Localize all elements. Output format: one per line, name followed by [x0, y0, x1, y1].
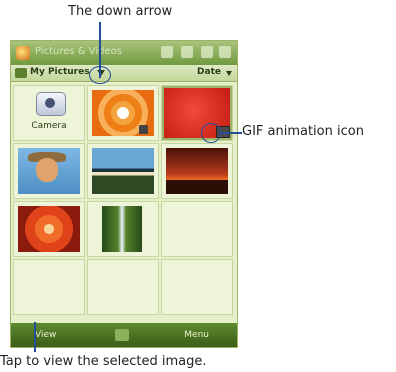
man-with-hat-image: [18, 148, 80, 194]
window-title: Pictures & Videos: [35, 46, 122, 57]
thumbnail-flower[interactable]: [13, 201, 85, 257]
thumbnail-sunset[interactable]: [161, 143, 233, 199]
thumbnail-empty: [87, 259, 159, 315]
thumbnail-waterfall[interactable]: [87, 201, 159, 257]
volume-icon: [201, 46, 213, 58]
folder-label[interactable]: My Pictures: [30, 67, 90, 77]
camera-icon: [36, 92, 66, 116]
thumbnail-empty: [13, 259, 85, 315]
flower-image: [18, 206, 80, 252]
down-arrow-callout: The down arrow: [68, 4, 173, 19]
landscape-image: [92, 148, 154, 194]
sort-down-arrow-icon[interactable]: [226, 71, 232, 76]
video-icon: [139, 125, 148, 134]
folder-icon: [15, 68, 27, 78]
connectivity-icon: [161, 46, 173, 58]
thumbnail-camera[interactable]: Camera: [13, 85, 85, 141]
camera-label: Camera: [31, 121, 67, 131]
gif-animation-callout: GIF animation icon: [242, 124, 364, 139]
thumbnail-empty: [161, 201, 233, 257]
thumbnail-orange[interactable]: [87, 85, 159, 141]
sort-label[interactable]: Date: [197, 67, 221, 77]
waterfall-image: [102, 206, 142, 252]
gif-highlight-circle: [201, 123, 221, 143]
view-leader-line: [34, 322, 36, 352]
signal-icon: [181, 46, 193, 58]
face: [36, 158, 58, 182]
sunset-image: [166, 148, 228, 194]
thumbnail-grid: Camera: [13, 85, 235, 317]
thumbnail-landscape[interactable]: [87, 143, 159, 199]
thumbnail-man[interactable]: [13, 143, 85, 199]
phone-screen: Pictures & Videos My Pictures Date Camer…: [10, 40, 238, 348]
gif-leader-line: [220, 132, 242, 134]
softkey-bar: View Menu: [11, 323, 237, 347]
start-icon[interactable]: [16, 46, 30, 60]
title-bar: Pictures & Videos: [11, 41, 237, 65]
view-softkey[interactable]: View: [35, 330, 56, 340]
folder-toolbar: My Pictures Date: [11, 65, 237, 82]
close-icon[interactable]: [219, 46, 231, 58]
menu-softkey[interactable]: Menu: [184, 330, 209, 340]
thumbnail-empty: [161, 259, 233, 315]
view-callout: Tap to view the selected image.: [0, 354, 207, 369]
down-arrow-highlight-circle: [89, 66, 111, 84]
keyboard-icon[interactable]: [115, 329, 129, 341]
